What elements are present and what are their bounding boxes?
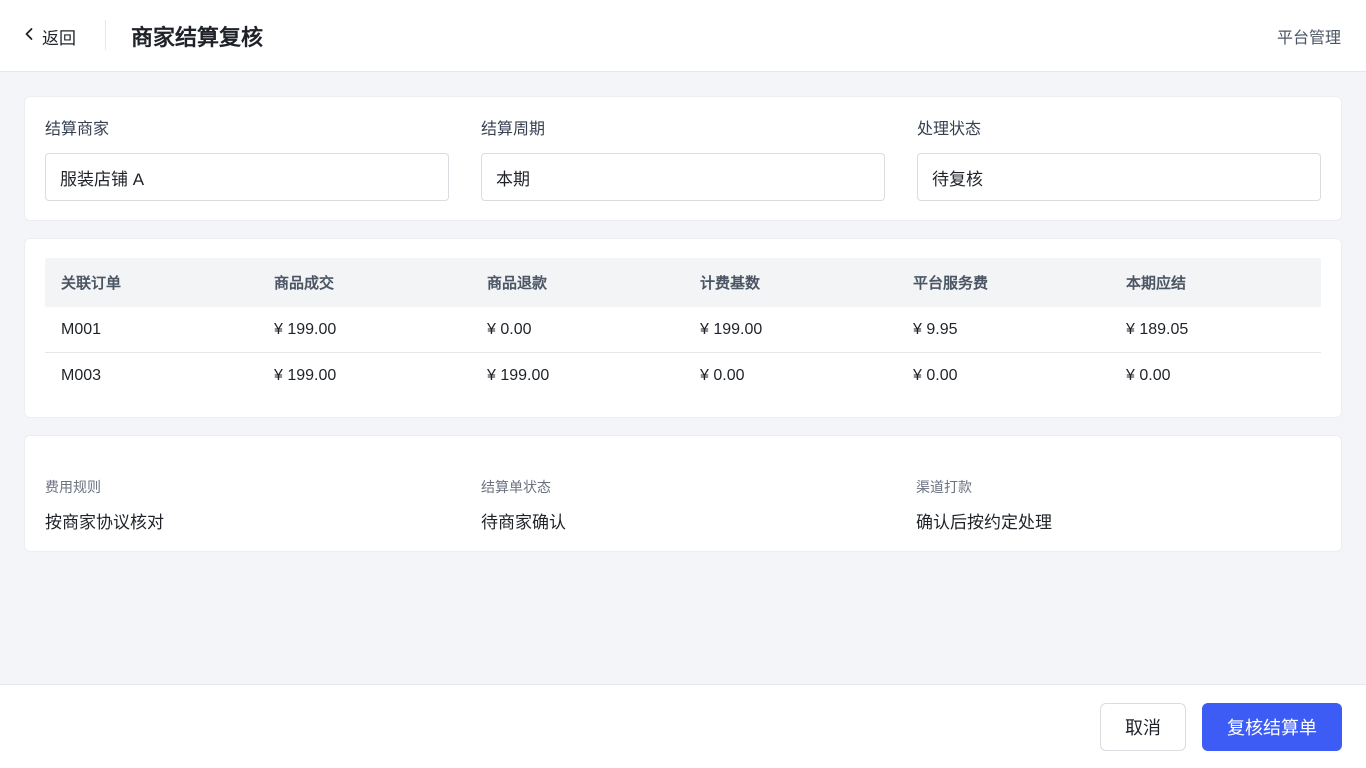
fee-rule-label: 费用规则 <box>45 479 101 495</box>
table-row: M001 ¥ 199.00 ¥ 0.00 ¥ 199.00 ¥ 9.95 ¥ 1… <box>45 307 1321 353</box>
table-cell: ¥ 0.00 <box>913 367 958 384</box>
table-cell: ¥ 0.00 <box>487 320 532 338</box>
settlement-table: 关联订单 商品成交 商品退款 计费基数 平台服务费 本期应结 M001 ¥ 19… <box>45 258 1321 399</box>
channel-payment-label: 渠道打款 <box>916 479 972 495</box>
merchant-field: 结算商家 服装店铺 A <box>45 119 449 201</box>
table-cell: M003 <box>61 367 102 384</box>
statement-status-info: 结算单状态 待商家确认 <box>481 478 566 533</box>
status-field: 处理状态 待复核 <box>917 119 1321 201</box>
period-field: 结算周期 本期 <box>481 119 885 201</box>
table-row: M003 ¥ 199.00 ¥ 199.00 ¥ 0.00 ¥ 0.00 ¥ 0… <box>45 353 1321 399</box>
action-footer: 取消 复核结算单 <box>0 684 1366 768</box>
column-header: 平台服务费 <box>913 275 989 292</box>
table-cell: ¥ 9.95 <box>913 320 958 338</box>
page-header: 返回 商家结算复核 平台管理 <box>0 0 1366 72</box>
merchant-field-label: 结算商家 <box>45 121 110 138</box>
status-select[interactable]: 待复核 <box>917 153 1321 201</box>
cancel-button[interactable]: 取消 <box>1100 703 1186 751</box>
table-cell: ¥ 0.00 <box>700 367 745 384</box>
table-cell: ¥ 199.00 <box>700 320 763 338</box>
period-field-label: 结算周期 <box>481 121 546 138</box>
back-label: 返回 <box>42 28 76 48</box>
table-cell: ¥ 199.00 <box>274 367 337 384</box>
settlement-table-card: 关联订单 商品成交 商品退款 计费基数 平台服务费 本期应结 M001 ¥ 19… <box>24 238 1342 418</box>
page-title: 商家结算复核 <box>131 25 264 50</box>
table-cell: ¥ 0.00 <box>1126 367 1171 384</box>
settlement-info-card: 费用规则 按商家协议核对 结算单状态 待商家确认 渠道打款 确认后按约定处理 <box>24 435 1342 552</box>
period-select[interactable]: 本期 <box>481 153 885 201</box>
table-cell: ¥ 199.00 <box>487 367 550 384</box>
fee-rule-info: 费用规则 按商家协议核对 <box>45 478 164 533</box>
merchant-select[interactable]: 服装店铺 A <box>45 153 449 201</box>
column-header: 本期应结 <box>1126 275 1187 292</box>
column-header: 商品成交 <box>274 275 335 292</box>
back-button[interactable]: 返回 <box>22 22 76 50</box>
header-divider <box>105 20 106 50</box>
table-header: 关联订单 商品成交 商品退款 计费基数 平台服务费 本期应结 <box>45 258 1321 307</box>
status-field-label: 处理状态 <box>917 121 982 138</box>
column-header: 商品退款 <box>487 275 548 292</box>
column-header: 计费基数 <box>700 275 761 292</box>
column-header: 关联订单 <box>61 275 122 292</box>
table-cell: ¥ 189.05 <box>1126 320 1189 338</box>
channel-payment-info: 渠道打款 确认后按约定处理 <box>916 478 1052 533</box>
table-cell: ¥ 199.00 <box>274 320 337 338</box>
settlement-filter-card: 结算商家 服装店铺 A 结算周期 本期 处理状态 待复核 <box>24 96 1342 221</box>
channel-payment-value: 确认后按约定处理 <box>916 513 1052 532</box>
review-statement-button[interactable]: 复核结算单 <box>1202 703 1342 751</box>
fee-rule-value: 按商家协议核对 <box>45 513 164 532</box>
statement-status-label: 结算单状态 <box>481 479 551 495</box>
statement-status-value: 待商家确认 <box>481 513 566 532</box>
platform-management-link[interactable]: 平台管理 <box>1277 24 1341 48</box>
table-cell: M001 <box>61 320 102 338</box>
chevron-left-icon <box>22 26 36 46</box>
